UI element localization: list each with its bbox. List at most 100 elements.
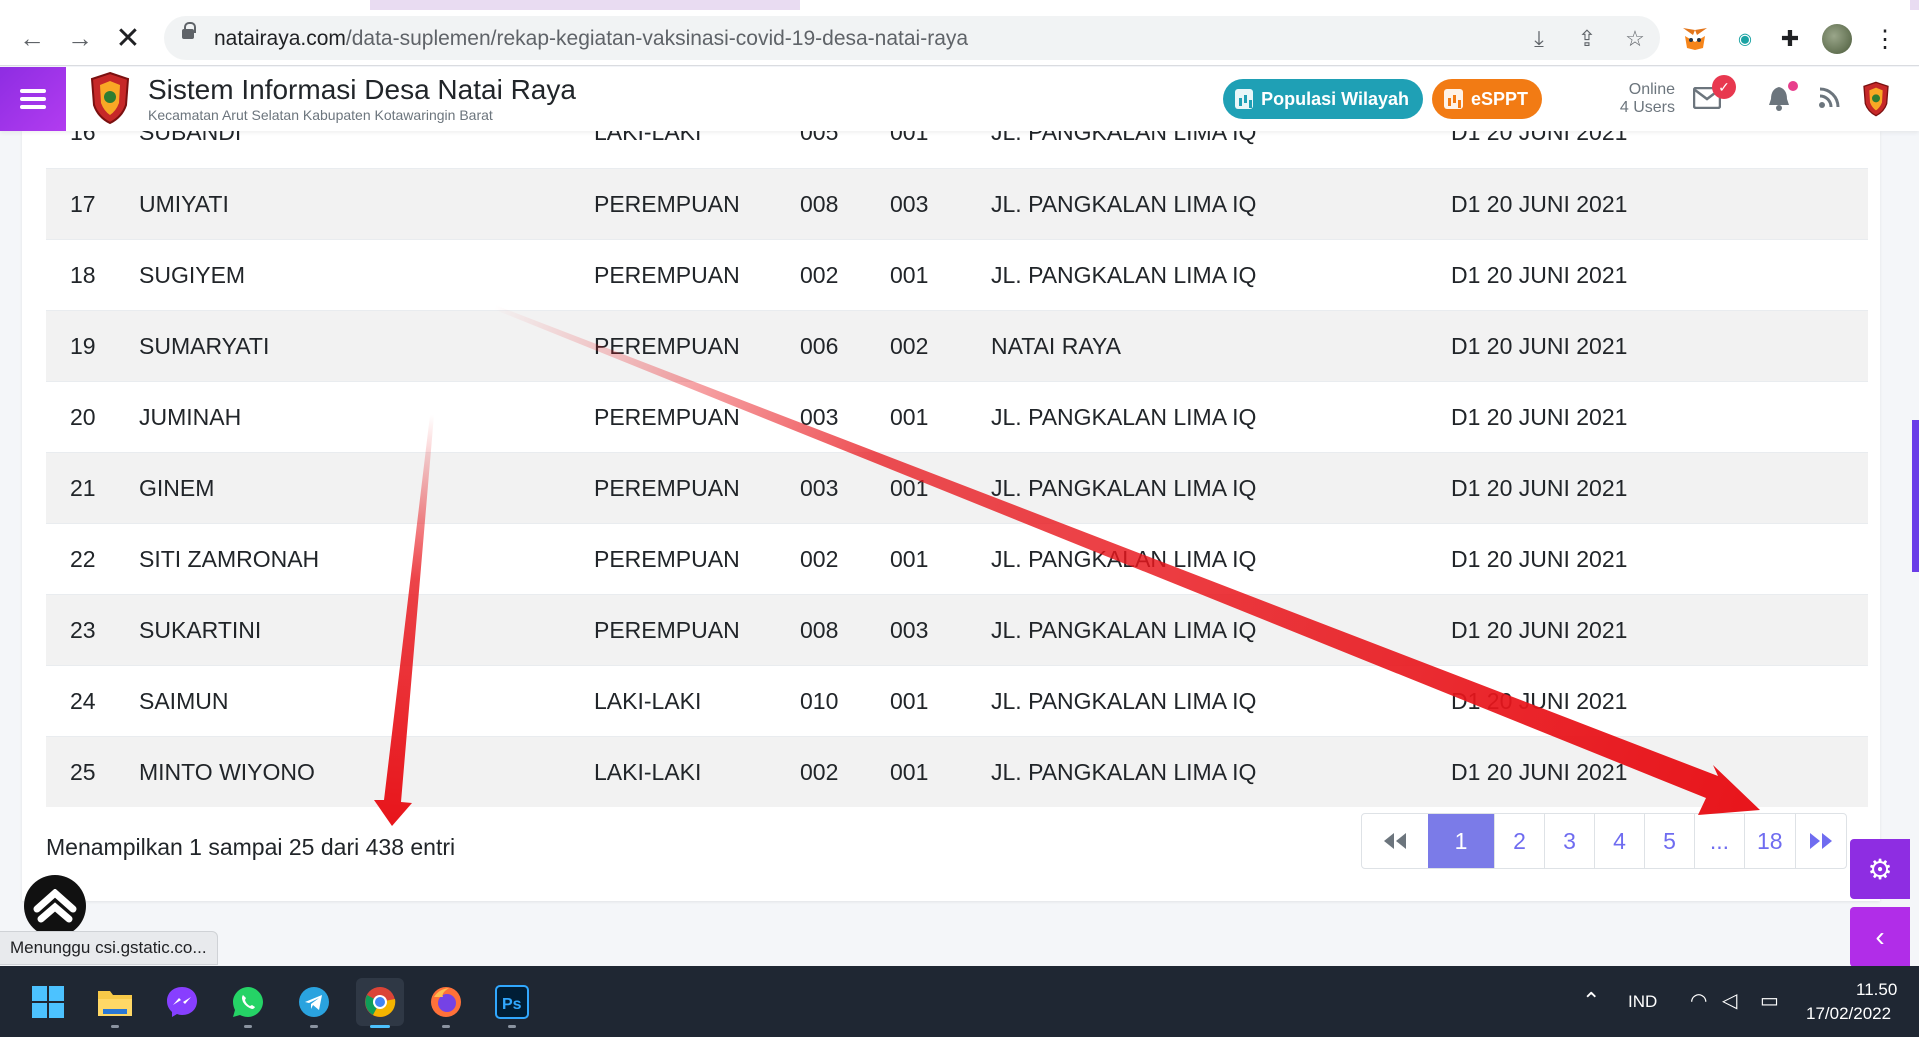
- table-row: 25 MINTO WIYONO LAKI-LAKI 002 001 JL. PANGKAL…: [46, 736, 1868, 807]
- table-cell-addr: JL. PANGKALAN LIMA IQ: [991, 759, 1257, 785]
- table-cell-name: SUMARYATI: [139, 333, 270, 359]
- url-text[interactable]: nataіraya.com/data-suplemen/rekap-kegiat…: [214, 27, 968, 51]
- table-cell-name: SAIMUN: [139, 688, 229, 714]
- table-row: 22 SITI ZAMRONAH PEREMPUAN 002 001 JL. PANGKA…: [46, 523, 1868, 594]
- app-header: Sistem Informasi Desa Natai Raya Kecamat…: [0, 67, 1919, 131]
- table-cell-addr: JL. PANGKALAN LIMA IQ: [991, 475, 1257, 501]
- table-cell-rw: 001: [890, 475, 929, 501]
- table-cell-jk: PEREMPUAN: [594, 546, 740, 572]
- first-page-button[interactable]: [1362, 814, 1428, 868]
- table-cell-name: JUMINAH: [139, 404, 242, 430]
- page-18-button[interactable]: 18: [1744, 814, 1795, 868]
- table-cell-rw: 001: [890, 759, 929, 785]
- page-2-button[interactable]: 2: [1494, 814, 1544, 868]
- menu-toggle-button[interactable]: [0, 67, 66, 131]
- sidebar-toggle-button[interactable]: ‹: [1850, 907, 1910, 967]
- lock-icon[interactable]: [182, 22, 196, 39]
- table-row: 16 SUBANDI LAKI-LAKI 005 001 JL. PANGKAL…: [46, 126, 1868, 168]
- loading-status: Menunggu csi.gstatic.co...: [0, 931, 218, 965]
- windows-taskbar: Ps ⌃ IND ◠ ◁ ▭ 11.50 17/02/2022: [0, 966, 1919, 1037]
- table-cell-name: GINEM: [139, 475, 215, 501]
- last-page-button[interactable]: [1794, 814, 1846, 868]
- install-icon[interactable]: ⤓: [1526, 26, 1552, 52]
- table-cell-jk: LAKI-LAKI: [594, 759, 702, 785]
- table-cell-ket: D1 20 JUNI 2021: [1451, 404, 1628, 430]
- pagination-ellipsis: ...: [1694, 814, 1744, 868]
- table-cell-ket: D1 20 JUNI 2021: [1451, 759, 1628, 785]
- table-cell-no: 23: [70, 617, 96, 643]
- bookmark-star-icon[interactable]: ☆: [1622, 26, 1648, 52]
- table-cell-no: 25: [70, 759, 96, 785]
- tray-overflow-icon[interactable]: ⌃: [1582, 988, 1600, 1014]
- page-1-button[interactable]: 1: [1428, 814, 1494, 868]
- chart-icon: [1444, 89, 1463, 109]
- table-cell-no: 21: [70, 475, 96, 501]
- whatsapp-icon[interactable]: [224, 978, 272, 1028]
- page-3-button[interactable]: 3: [1544, 814, 1594, 868]
- browser-toolbar: ← → ✕ nataіraya.com/data-suplemen/rekap-…: [0, 10, 1919, 66]
- page-4-button[interactable]: 4: [1594, 814, 1644, 868]
- battery-icon[interactable]: ▭: [1760, 988, 1779, 1013]
- table-cell-rt: 003: [800, 475, 839, 501]
- populasi-wilayah-button[interactable]: Populasi Wilayah: [1223, 79, 1423, 119]
- table-cell-addr: JL. PANGKALAN LIMA IQ: [991, 262, 1257, 288]
- profile-avatar[interactable]: [1822, 24, 1852, 54]
- share-icon[interactable]: ⇪: [1574, 26, 1600, 52]
- browser-tab[interactable]: [800, 0, 1910, 10]
- table-cell-name: MINTO WIYONO: [139, 759, 315, 785]
- scrollbar-thumb[interactable]: [1912, 420, 1919, 572]
- bell-icon[interactable]: [1762, 81, 1798, 115]
- firefox-icon[interactable]: [422, 978, 470, 1028]
- mail-icon[interactable]: ✓: [1690, 75, 1736, 115]
- svg-text:Ps: Ps: [502, 996, 522, 1013]
- online-users: Online 4 Users: [1619, 81, 1675, 116]
- tab-strip: [0, 0, 1919, 10]
- entries-info: Menampilkan 1 sampai 25 dari 438 entri: [46, 834, 456, 860]
- table-cell-rt: 008: [800, 617, 839, 643]
- telegram-icon[interactable]: [290, 978, 338, 1028]
- file-explorer-icon[interactable]: [91, 978, 139, 1028]
- windows-start-icon[interactable]: [24, 978, 72, 1026]
- back-to-top-button[interactable]: [24, 875, 86, 937]
- table-cell-jk: PEREMPUAN: [594, 617, 740, 643]
- more-menu-icon[interactable]: ⋮: [1870, 24, 1900, 54]
- wifi-icon[interactable]: ◠: [1690, 988, 1707, 1013]
- table-cell-addr: JL. PANGKALAN LIMA IQ: [991, 546, 1257, 572]
- table-cell-ket: D1 20 JUNI 2021: [1451, 262, 1628, 288]
- active-tab[interactable]: [0, 0, 370, 10]
- forward-icon[interactable]: →: [62, 20, 98, 56]
- notification-dot: [1788, 81, 1798, 91]
- stop-loading-icon[interactable]: ✕: [110, 20, 146, 56]
- page-5-button[interactable]: 5: [1644, 814, 1694, 868]
- data-card: 16 SUBANDI LAKI-LAKI 005 001 JL. PANGKAL…: [22, 126, 1880, 901]
- table-row: 18 SUGIYEM PEREMPUAN 002 001 JL. PANGKALAN LI…: [46, 239, 1868, 310]
- clock-date[interactable]: 17/02/2022: [1806, 1004, 1891, 1024]
- chevron-left-icon: ‹: [1875, 921, 1885, 952]
- user-logo-icon[interactable]: [1862, 81, 1890, 117]
- extension-icon[interactable]: ◉: [1730, 24, 1760, 54]
- table-cell-ket: D1 20 JUNI 2021: [1451, 546, 1628, 572]
- chrome-icon[interactable]: [356, 978, 404, 1028]
- table-cell-rt: 008: [800, 191, 839, 217]
- photoshop-icon[interactable]: Ps: [488, 978, 536, 1028]
- site-subtitle: Kecamatan Arut Selatan Kabupaten Kotawar…: [148, 107, 493, 123]
- puzzle-extensions-icon[interactable]: ✚: [1775, 24, 1805, 54]
- language-indicator[interactable]: IND: [1628, 992, 1657, 1012]
- table-cell-rw: 001: [890, 262, 929, 288]
- menu-bar-icon: [20, 97, 46, 101]
- chevron-up-icon: [33, 889, 77, 923]
- clock-time[interactable]: 11.50: [1856, 980, 1897, 1000]
- village-logo: [90, 71, 130, 125]
- rss-icon[interactable]: [1812, 81, 1846, 115]
- table-cell-no: 22: [70, 546, 96, 572]
- metamask-icon[interactable]: [1680, 24, 1710, 54]
- esppt-button[interactable]: eSPPT: [1432, 79, 1542, 119]
- messenger-icon[interactable]: [158, 978, 206, 1026]
- table-cell-ket: D1 20 JUNI 2021: [1451, 617, 1628, 643]
- table-cell-rw: 003: [890, 617, 929, 643]
- speaker-icon[interactable]: ◁: [1722, 988, 1737, 1013]
- back-icon[interactable]: ←: [14, 20, 50, 56]
- settings-button[interactable]: ⚙: [1850, 839, 1910, 899]
- table-cell-rw: 002: [890, 333, 929, 359]
- address-bar[interactable]: nataіraya.com/data-suplemen/rekap-kegiat…: [164, 16, 1660, 60]
